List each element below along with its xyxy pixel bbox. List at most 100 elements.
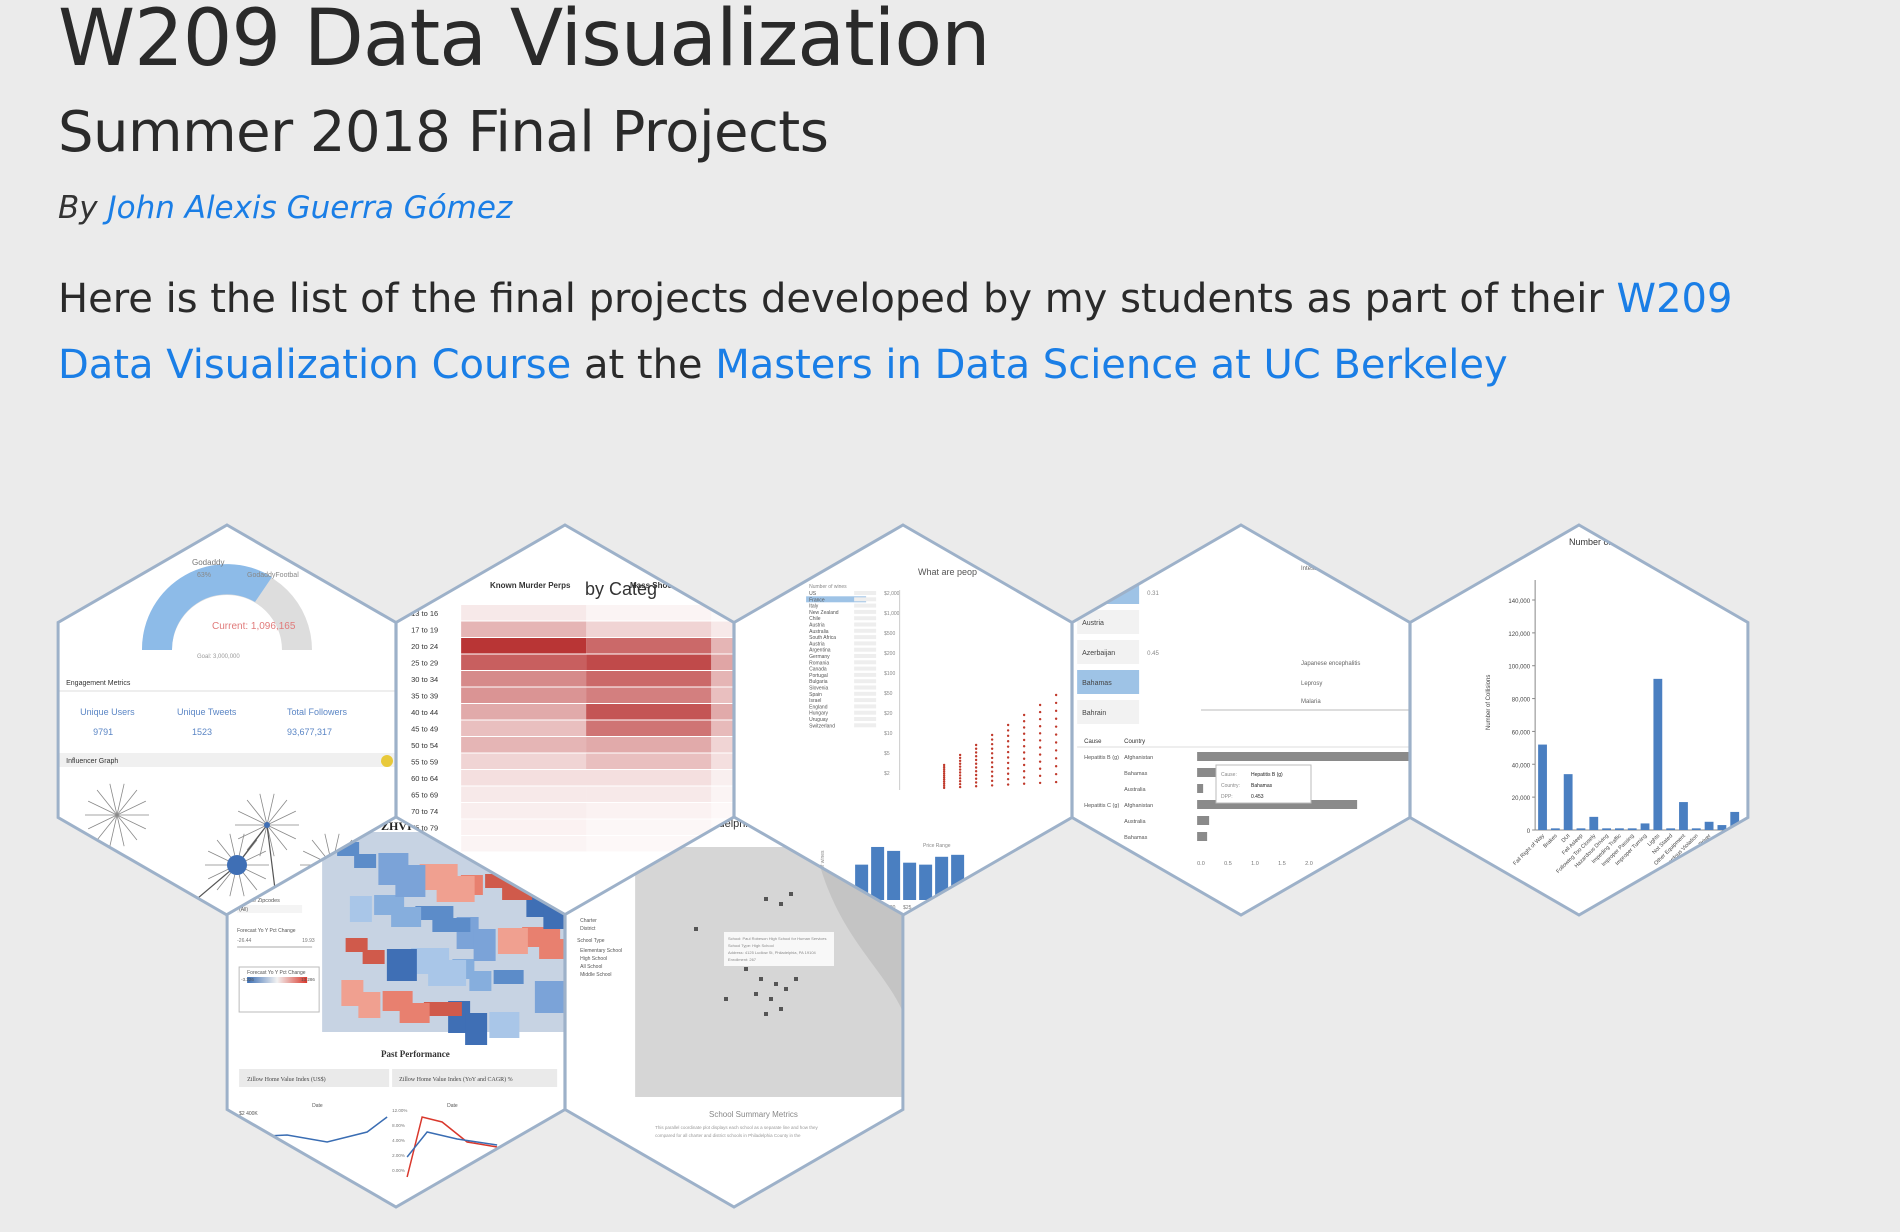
list-bar [854,641,877,646]
scatter-point [1006,723,1010,727]
row-label: 45 to 49 [411,725,438,734]
school-marker [724,997,728,1001]
scatter-point [942,765,946,769]
list-bar [854,723,877,728]
scatter-point [1022,732,1026,735]
scatter-point [958,759,962,763]
thumb-text: DPP: [1221,794,1233,800]
disease-bar [1197,816,1210,825]
thumb-text: Unique Tweets [177,707,237,717]
tick-label: $20 [884,711,893,717]
collision-bar [1627,828,1637,830]
country-label: Portugal [809,673,828,679]
map-region [362,950,385,964]
map-region [432,918,471,932]
scatter-point [1006,729,1010,732]
scatter-point [974,743,978,747]
project-hex-disease-bars[interactable]: AustriaAzerbaijanBahamasBahrain0.310.45I… [1070,523,1427,917]
list-bar [854,597,877,602]
project-gallery: Godaddy 63% GodaddyFootbal Current: 1,096,1… [56,523,1750,1209]
thumb-text: District [580,926,596,932]
thumb-text: This parallel coordinate plot displays e… [655,1125,818,1130]
scatter-point [958,785,962,789]
tick-label: $5 [884,751,890,757]
y-tick-label: 60,000 [1512,730,1531,736]
intro-text-middle: at the [583,342,703,388]
country-label: Romania [809,660,829,666]
axis-tick: 0.5 [1224,861,1232,867]
network-node [166,914,178,915]
scatter-point [942,772,946,775]
y-tick-label: 8.00% [392,1123,405,1128]
collision-bar [1691,828,1701,830]
thumb-shape [899,590,901,790]
scatter-point [990,738,994,741]
thumb-text: -3.226 [241,977,254,982]
scatter-point [974,777,978,780]
disease-bar [1197,832,1208,841]
list-bar [854,672,877,677]
country-label: South Africa [809,635,836,641]
heat-cell [711,687,734,703]
scatter-point [1054,717,1058,720]
row-label: 70 to 74 [411,807,438,816]
heat-cell [461,605,587,621]
scatter-point [1038,781,1042,785]
map-region [354,854,377,868]
axis-tick: 1.5 [1278,861,1286,867]
row-label: 65 to 69 [411,791,438,800]
country-label: Bahrain [1082,710,1106,717]
scatter-point [1038,725,1042,728]
network-edge [165,920,172,951]
scatter-point [1006,783,1010,786]
collision-bar [1550,828,1560,830]
thumb-text: Current: 1,096,165 [212,621,296,632]
country-label: Italy [809,604,819,610]
program-link[interactable]: Masters in Data Science at UC Berkeley [715,342,1507,388]
country-label: Australia [809,629,829,635]
list-bar [854,628,877,633]
network-edge [172,920,179,951]
map-region [399,1003,430,1023]
scatter-point [1054,749,1058,752]
school-marker [764,897,768,901]
y-tick-label: 40,000 [1512,763,1531,769]
map-region [469,971,492,991]
byline-prefix: By [58,190,98,226]
scatter-point [958,782,962,786]
thumb-text: -26.44 [237,938,251,944]
map-region [493,970,524,984]
country-label: Austria [809,623,825,629]
scatter-point [1054,701,1058,705]
network-node [227,855,247,875]
country-label: England [809,704,828,710]
heat-cell [461,803,587,819]
collision-bar [1704,821,1714,830]
school-marker [764,1012,768,1016]
network-edge [152,920,172,945]
author-link[interactable]: John Alexis Guerra Gómez [107,190,512,226]
country-label: Canada [809,667,827,673]
project-hex-collisions-bars[interactable]: Number of020,00040,00060,00080,000100,00… [1408,523,1750,917]
thumb-text: 93,677,317 [287,727,332,737]
thumb-text: Date [447,1103,458,1109]
scatter-point [990,765,994,769]
scatter-point [942,767,946,771]
network-edge [172,920,192,945]
network-node [264,822,270,828]
country-label: Switzerland [809,723,835,729]
thumb-text: Malaria [1301,699,1321,705]
country-label: Bahamas [1124,771,1147,777]
map-region [395,865,426,897]
scatter-point [1054,757,1058,760]
scatter-point [1022,745,1026,748]
scatter-point [942,784,946,788]
scatter-point [1022,726,1026,729]
map-region [497,928,528,954]
axis-tick: 3.0 [1359,861,1367,867]
scatter-point [1038,739,1042,742]
scatter-point [990,770,994,773]
thumb-text: 19.93 [302,938,315,944]
heat-cell [586,819,712,835]
heat-cell [586,803,712,819]
